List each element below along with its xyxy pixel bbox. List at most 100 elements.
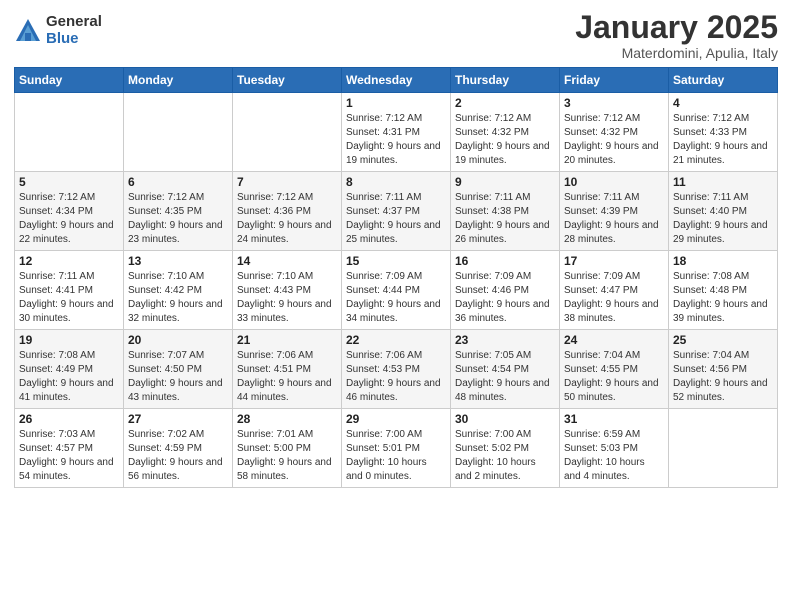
calendar-header-row: Sunday Monday Tuesday Wednesday Thursday… <box>15 68 778 93</box>
day-number: 20 <box>128 333 228 347</box>
calendar-cell: 14 Sunrise: 7:10 AM Sunset: 4:43 PM Dayli… <box>233 251 342 330</box>
col-wednesday: Wednesday <box>342 68 451 93</box>
day-info: Sunrise: 7:10 AM Sunset: 4:43 PM Dayligh… <box>237 270 337 326</box>
day-info: Sunrise: 7:05 AM Sunset: 4:54 PM Dayligh… <box>455 349 555 405</box>
header: General Blue January 2025 Materdomini, A… <box>14 10 778 61</box>
day-info: Sunrise: 7:09 AM Sunset: 4:47 PM Dayligh… <box>564 270 664 326</box>
logo-text: General Blue <box>46 14 102 47</box>
title-section: January 2025 Materdomini, Apulia, Italy <box>575 10 778 61</box>
calendar-cell: 20Sunrise: 7:07 AM Sunset: 4:50 PM Dayli… <box>124 330 233 409</box>
day-number: 9 <box>455 175 555 189</box>
day-info: Sunrise: 7:06 AM Sunset: 4:51 PM Dayligh… <box>237 349 337 405</box>
day-number: 29 <box>346 412 446 426</box>
calendar-cell: 3Sunrise: 7:12 AM Sunset: 4:32 PM Daylig… <box>560 93 669 172</box>
logo-general: General <box>46 14 102 31</box>
day-number: 23 <box>455 333 555 347</box>
calendar-week-row-2: 5 Sunrise: 7:12 AM Sunset: 4:34 PM Daylig… <box>15 172 778 251</box>
day-info: Sunrise: 7:12 AM Sunset: 4:32 PM Dayligh… <box>455 112 555 168</box>
day-number: 15 <box>346 254 446 268</box>
calendar-cell <box>124 93 233 172</box>
day-number: 5 <box>19 175 119 189</box>
calendar-cell: 18Sunrise: 7:08 AM Sunset: 4:48 PM Dayli… <box>669 251 778 330</box>
page-container: General Blue January 2025 Materdomini, A… <box>0 0 792 498</box>
col-tuesday: Tuesday <box>233 68 342 93</box>
day-number: 16 <box>455 254 555 268</box>
day-number: 7 <box>237 175 337 189</box>
calendar-cell: 21 Sunrise: 7:06 AM Sunset: 4:51 PM Dayli… <box>233 330 342 409</box>
day-info: Sunrise: 7:06 AM Sunset: 4:53 PM Dayligh… <box>346 349 446 405</box>
calendar-cell: 10 Sunrise: 7:11 AM Sunset: 4:39 PM Dayli… <box>560 172 669 251</box>
day-info: Sunrise: 7:01 AM Sunset: 5:00 PM Dayligh… <box>237 428 337 484</box>
day-number: 25 <box>673 333 773 347</box>
calendar-cell: 11 Sunrise: 7:11 AM Sunset: 4:40 PM Dayli… <box>669 172 778 251</box>
day-info: Sunrise: 7:12 AM Sunset: 4:34 PM Dayligh… <box>19 191 119 247</box>
day-number: 8 <box>346 175 446 189</box>
day-info: Sunrise: 7:12 AM Sunset: 4:33 PM Dayligh… <box>673 112 773 168</box>
col-sunday: Sunday <box>15 68 124 93</box>
calendar-cell: 27 Sunrise: 7:02 AM Sunset: 4:59 PM Dayli… <box>124 409 233 488</box>
day-number: 18 <box>673 254 773 268</box>
day-number: 27 <box>128 412 228 426</box>
calendar-cell: 17 Sunrise: 7:09 AM Sunset: 4:47 PM Dayli… <box>560 251 669 330</box>
day-info: Sunrise: 7:11 AM Sunset: 4:41 PM Dayligh… <box>19 270 119 326</box>
day-info: Sunrise: 7:09 AM Sunset: 4:44 PM Dayligh… <box>346 270 446 326</box>
day-number: 2 <box>455 96 555 110</box>
logo-icon <box>14 17 42 45</box>
calendar-week-row-3: 12Sunrise: 7:11 AM Sunset: 4:41 PM Dayli… <box>15 251 778 330</box>
logo: General Blue <box>14 14 102 47</box>
calendar-cell: 6 Sunrise: 7:12 AM Sunset: 4:35 PM Daylig… <box>124 172 233 251</box>
day-number: 10 <box>564 175 664 189</box>
day-number: 31 <box>564 412 664 426</box>
calendar-cell <box>15 93 124 172</box>
col-thursday: Thursday <box>451 68 560 93</box>
day-info: Sunrise: 7:11 AM Sunset: 4:40 PM Dayligh… <box>673 191 773 247</box>
day-number: 17 <box>564 254 664 268</box>
day-number: 24 <box>564 333 664 347</box>
day-info: Sunrise: 7:12 AM Sunset: 4:35 PM Dayligh… <box>128 191 228 247</box>
day-info: Sunrise: 7:03 AM Sunset: 4:57 PM Dayligh… <box>19 428 119 484</box>
day-number: 21 <box>237 333 337 347</box>
col-friday: Friday <box>560 68 669 93</box>
day-info: Sunrise: 7:10 AM Sunset: 4:42 PM Dayligh… <box>128 270 228 326</box>
day-info: Sunrise: 7:09 AM Sunset: 4:46 PM Dayligh… <box>455 270 555 326</box>
day-info: Sunrise: 7:12 AM Sunset: 4:32 PM Dayligh… <box>564 112 664 168</box>
calendar-cell: 7 Sunrise: 7:12 AM Sunset: 4:36 PM Daylig… <box>233 172 342 251</box>
calendar-cell: 1Sunrise: 7:12 AM Sunset: 4:31 PM Daylig… <box>342 93 451 172</box>
day-info: Sunrise: 7:11 AM Sunset: 4:38 PM Dayligh… <box>455 191 555 247</box>
calendar-cell: 13Sunrise: 7:10 AM Sunset: 4:42 PM Dayli… <box>124 251 233 330</box>
day-info: Sunrise: 7:11 AM Sunset: 4:39 PM Dayligh… <box>564 191 664 247</box>
calendar-cell: 9 Sunrise: 7:11 AM Sunset: 4:38 PM Daylig… <box>451 172 560 251</box>
day-number: 28 <box>237 412 337 426</box>
calendar-cell: 16 Sunrise: 7:09 AM Sunset: 4:46 PM Dayli… <box>451 251 560 330</box>
calendar-cell: 8 Sunrise: 7:11 AM Sunset: 4:37 PM Daylig… <box>342 172 451 251</box>
calendar-cell: 31Sunrise: 6:59 AM Sunset: 5:03 PM Dayli… <box>560 409 669 488</box>
day-info: Sunrise: 7:04 AM Sunset: 4:55 PM Dayligh… <box>564 349 664 405</box>
col-saturday: Saturday <box>669 68 778 93</box>
calendar-week-row-5: 26Sunrise: 7:03 AM Sunset: 4:57 PM Dayli… <box>15 409 778 488</box>
calendar-cell: 29 Sunrise: 7:00 AM Sunset: 5:01 PM Dayli… <box>342 409 451 488</box>
calendar-cell <box>233 93 342 172</box>
day-number: 11 <box>673 175 773 189</box>
logo-blue: Blue <box>46 31 102 48</box>
day-info: Sunrise: 7:12 AM Sunset: 4:36 PM Dayligh… <box>237 191 337 247</box>
calendar-week-row-1: 1Sunrise: 7:12 AM Sunset: 4:31 PM Daylig… <box>15 93 778 172</box>
col-monday: Monday <box>124 68 233 93</box>
month-title: January 2025 <box>575 10 778 45</box>
day-info: Sunrise: 7:00 AM Sunset: 5:02 PM Dayligh… <box>455 428 555 484</box>
day-info: Sunrise: 7:00 AM Sunset: 5:01 PM Dayligh… <box>346 428 446 484</box>
calendar-cell: 24 Sunrise: 7:04 AM Sunset: 4:55 PM Dayli… <box>560 330 669 409</box>
calendar-cell: 4 Sunrise: 7:12 AM Sunset: 4:33 PM Daylig… <box>669 93 778 172</box>
location-subtitle: Materdomini, Apulia, Italy <box>575 45 778 61</box>
day-number: 4 <box>673 96 773 110</box>
calendar-cell: 30 Sunrise: 7:00 AM Sunset: 5:02 PM Dayli… <box>451 409 560 488</box>
day-number: 30 <box>455 412 555 426</box>
day-number: 14 <box>237 254 337 268</box>
calendar-cell: 12Sunrise: 7:11 AM Sunset: 4:41 PM Dayli… <box>15 251 124 330</box>
calendar-week-row-4: 19Sunrise: 7:08 AM Sunset: 4:49 PM Dayli… <box>15 330 778 409</box>
calendar-cell: 23 Sunrise: 7:05 AM Sunset: 4:54 PM Dayli… <box>451 330 560 409</box>
day-info: Sunrise: 7:02 AM Sunset: 4:59 PM Dayligh… <box>128 428 228 484</box>
day-info: Sunrise: 7:04 AM Sunset: 4:56 PM Dayligh… <box>673 349 773 405</box>
calendar-cell: 28 Sunrise: 7:01 AM Sunset: 5:00 PM Dayli… <box>233 409 342 488</box>
day-info: Sunrise: 7:11 AM Sunset: 4:37 PM Dayligh… <box>346 191 446 247</box>
day-number: 6 <box>128 175 228 189</box>
